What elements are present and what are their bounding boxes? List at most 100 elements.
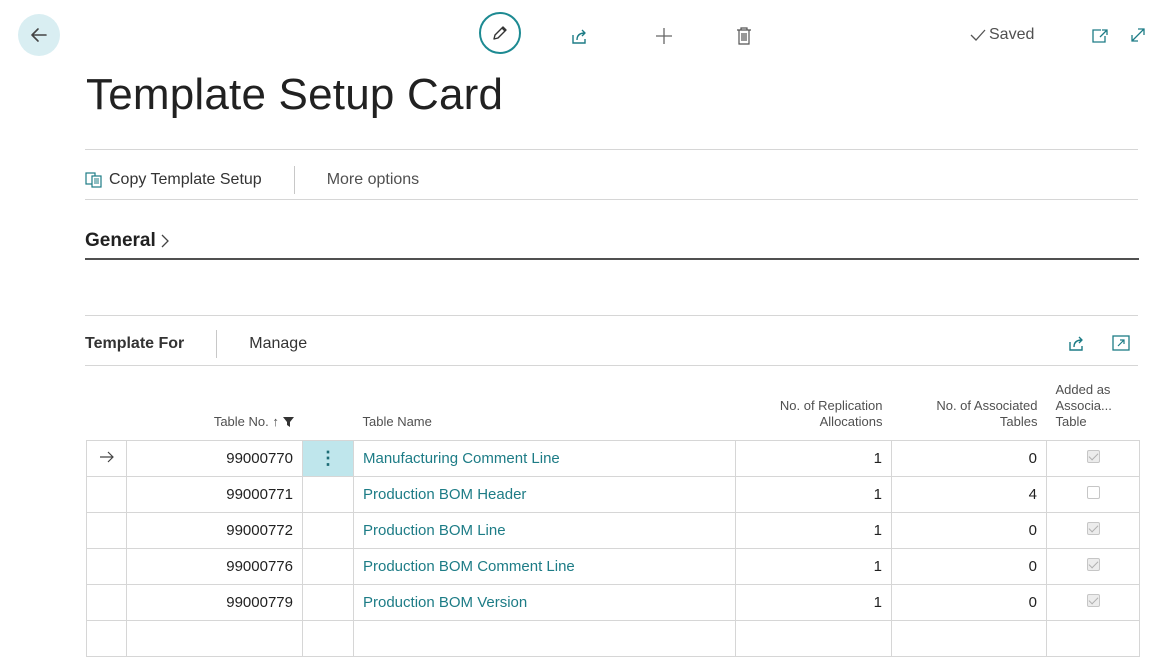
table-no-cell[interactable]: 99000772 <box>126 512 303 549</box>
associated-tables-cell[interactable]: 0 <box>891 512 1047 549</box>
added-as-associated-cell <box>1046 584 1140 621</box>
associated-tables-cell[interactable] <box>891 620 1047 657</box>
added-as-associated-cell <box>1046 512 1140 549</box>
action-bar: Copy Template Setup More options <box>85 166 419 194</box>
new-button[interactable] <box>651 23 677 49</box>
subpage-fullscreen-button[interactable] <box>1111 333 1131 353</box>
row-menu-cell <box>302 512 354 549</box>
associated-tables-cell[interactable]: 0 <box>891 584 1047 621</box>
column-header-added-as-associated[interactable]: Added as Associa... Table <box>1047 368 1140 441</box>
row-marker-cell <box>86 620 127 657</box>
arrow-left-icon <box>31 28 47 42</box>
table-no-cell[interactable] <box>126 620 303 657</box>
table-row[interactable]: 99000779 Production BOM Version 1 0 <box>86 584 1140 621</box>
added-as-associated-cell <box>1046 620 1140 657</box>
column-header-table-no[interactable]: Table No. ↑ <box>127 368 303 441</box>
column-header-replication-allocations[interactable]: No. of Replication Allocations <box>736 368 892 441</box>
subpage-share-button[interactable] <box>1066 333 1088 353</box>
row-marker-header <box>87 368 127 441</box>
table-row[interactable]: 99000772 Production BOM Line 1 0 <box>86 512 1140 549</box>
saved-status: Saved <box>969 26 1034 44</box>
row-menu-header <box>303 368 354 441</box>
replication-allocations-cell[interactable]: 1 <box>735 548 892 585</box>
table-row[interactable]: 99000776 Production BOM Comment Line 1 0 <box>86 548 1140 585</box>
table-name-cell[interactable] <box>353 620 736 657</box>
associated-tables-cell[interactable]: 4 <box>891 476 1047 513</box>
grid-header-row: Table No. ↑ Table Name No. of Replicatio… <box>87 368 1140 441</box>
added-checkbox[interactable] <box>1086 558 1100 571</box>
checkmark-icon <box>970 29 986 41</box>
template-for-grid: Table No. ↑ Table Name No. of Replicatio… <box>86 368 1140 657</box>
more-options-action[interactable]: More options <box>327 171 420 189</box>
replication-allocations-cell[interactable]: 1 <box>735 476 892 513</box>
row-marker-cell <box>86 512 127 549</box>
manage-action[interactable]: Manage <box>249 335 307 353</box>
replication-allocations-cell[interactable]: 1 <box>735 584 892 621</box>
added-checkbox[interactable] <box>1086 450 1100 463</box>
added-checkbox[interactable] <box>1086 522 1100 535</box>
associated-tables-cell[interactable]: 0 <box>891 548 1047 585</box>
row-menu-cell <box>302 548 354 585</box>
general-section-header[interactable]: General <box>85 230 172 252</box>
table-name-cell[interactable]: Production BOM Header <box>353 476 736 513</box>
table-no-cell[interactable]: 99000776 <box>126 548 303 585</box>
table-no-cell[interactable]: 99000770 <box>126 440 303 477</box>
fullscreen-icon <box>1112 335 1130 351</box>
associated-tables-cell[interactable]: 0 <box>891 440 1047 477</box>
added-header-line-1: Added as <box>1055 382 1111 397</box>
table-no-cell[interactable]: 99000771 <box>126 476 303 513</box>
delete-button[interactable] <box>732 23 756 49</box>
more-vertical-icon: ⋮ <box>319 448 337 468</box>
row-marker-cell <box>86 548 127 585</box>
row-menu-button[interactable]: ⋮ <box>302 440 354 477</box>
added-checkbox[interactable] <box>1086 486 1100 499</box>
table-row-empty[interactable] <box>86 620 1140 657</box>
divider <box>85 199 1138 200</box>
added-header-line-2: Associa... <box>1055 398 1112 413</box>
table-name-cell[interactable]: Production BOM Line <box>353 512 736 549</box>
page-title: Template Setup Card <box>86 70 504 119</box>
copy-template-setup-action[interactable]: Copy Template Setup <box>85 171 262 189</box>
template-for-title: Template For <box>85 335 185 352</box>
row-marker-cell <box>86 584 127 621</box>
share-button[interactable] <box>567 25 593 47</box>
row-menu-cell <box>302 620 354 657</box>
trash-icon <box>737 27 751 45</box>
open-new-window-icon <box>1092 29 1108 43</box>
added-as-associated-cell <box>1046 548 1140 585</box>
table-row[interactable]: 99000770 ⋮ Manufacturing Comment Line 1 … <box>86 440 1140 477</box>
table-name-cell[interactable]: Production BOM Comment Line <box>353 548 736 585</box>
added-checkbox[interactable] <box>1086 594 1100 607</box>
back-button[interactable] <box>18 14 60 56</box>
table-name-cell[interactable]: Manufacturing Comment Line <box>353 440 736 477</box>
replication-allocations-cell[interactable]: 1 <box>735 512 892 549</box>
expand-button[interactable] <box>1127 24 1149 46</box>
chevron-right-icon <box>161 234 169 248</box>
copy-template-setup-label: Copy Template Setup <box>109 171 262 188</box>
subpage-separator <box>216 330 218 358</box>
general-label: General <box>85 230 156 251</box>
replication-allocations-cell[interactable] <box>735 620 892 657</box>
associated-header-line-1: No. of Associated <box>936 398 1038 413</box>
table-row[interactable]: 99000771 Production BOM Header 1 4 <box>86 476 1140 513</box>
arrow-right-icon <box>99 451 114 463</box>
row-marker-cell <box>86 476 127 513</box>
expand-icon <box>1131 28 1145 42</box>
share-icon <box>572 29 586 44</box>
pencil-icon <box>493 26 507 40</box>
replication-header-line-2: Allocations <box>819 414 883 429</box>
column-header-associated-tables[interactable]: No. of Associated Tables <box>892 368 1047 441</box>
row-marker-cell <box>86 440 127 477</box>
table-name-header-label: Table Name <box>362 414 432 429</box>
table-name-cell[interactable]: Production BOM Version <box>353 584 736 621</box>
table-no-cell[interactable]: 99000779 <box>126 584 303 621</box>
general-underline <box>85 258 1139 260</box>
open-new-window-button[interactable] <box>1089 26 1111 46</box>
subpage-bar: Template For Manage <box>85 330 307 358</box>
edit-button[interactable] <box>479 12 521 54</box>
saved-label: Saved <box>989 26 1035 43</box>
row-menu-cell <box>302 584 354 621</box>
column-header-table-name[interactable]: Table Name <box>354 368 736 441</box>
replication-allocations-cell[interactable]: 1 <box>735 440 892 477</box>
row-menu-cell <box>302 476 354 513</box>
